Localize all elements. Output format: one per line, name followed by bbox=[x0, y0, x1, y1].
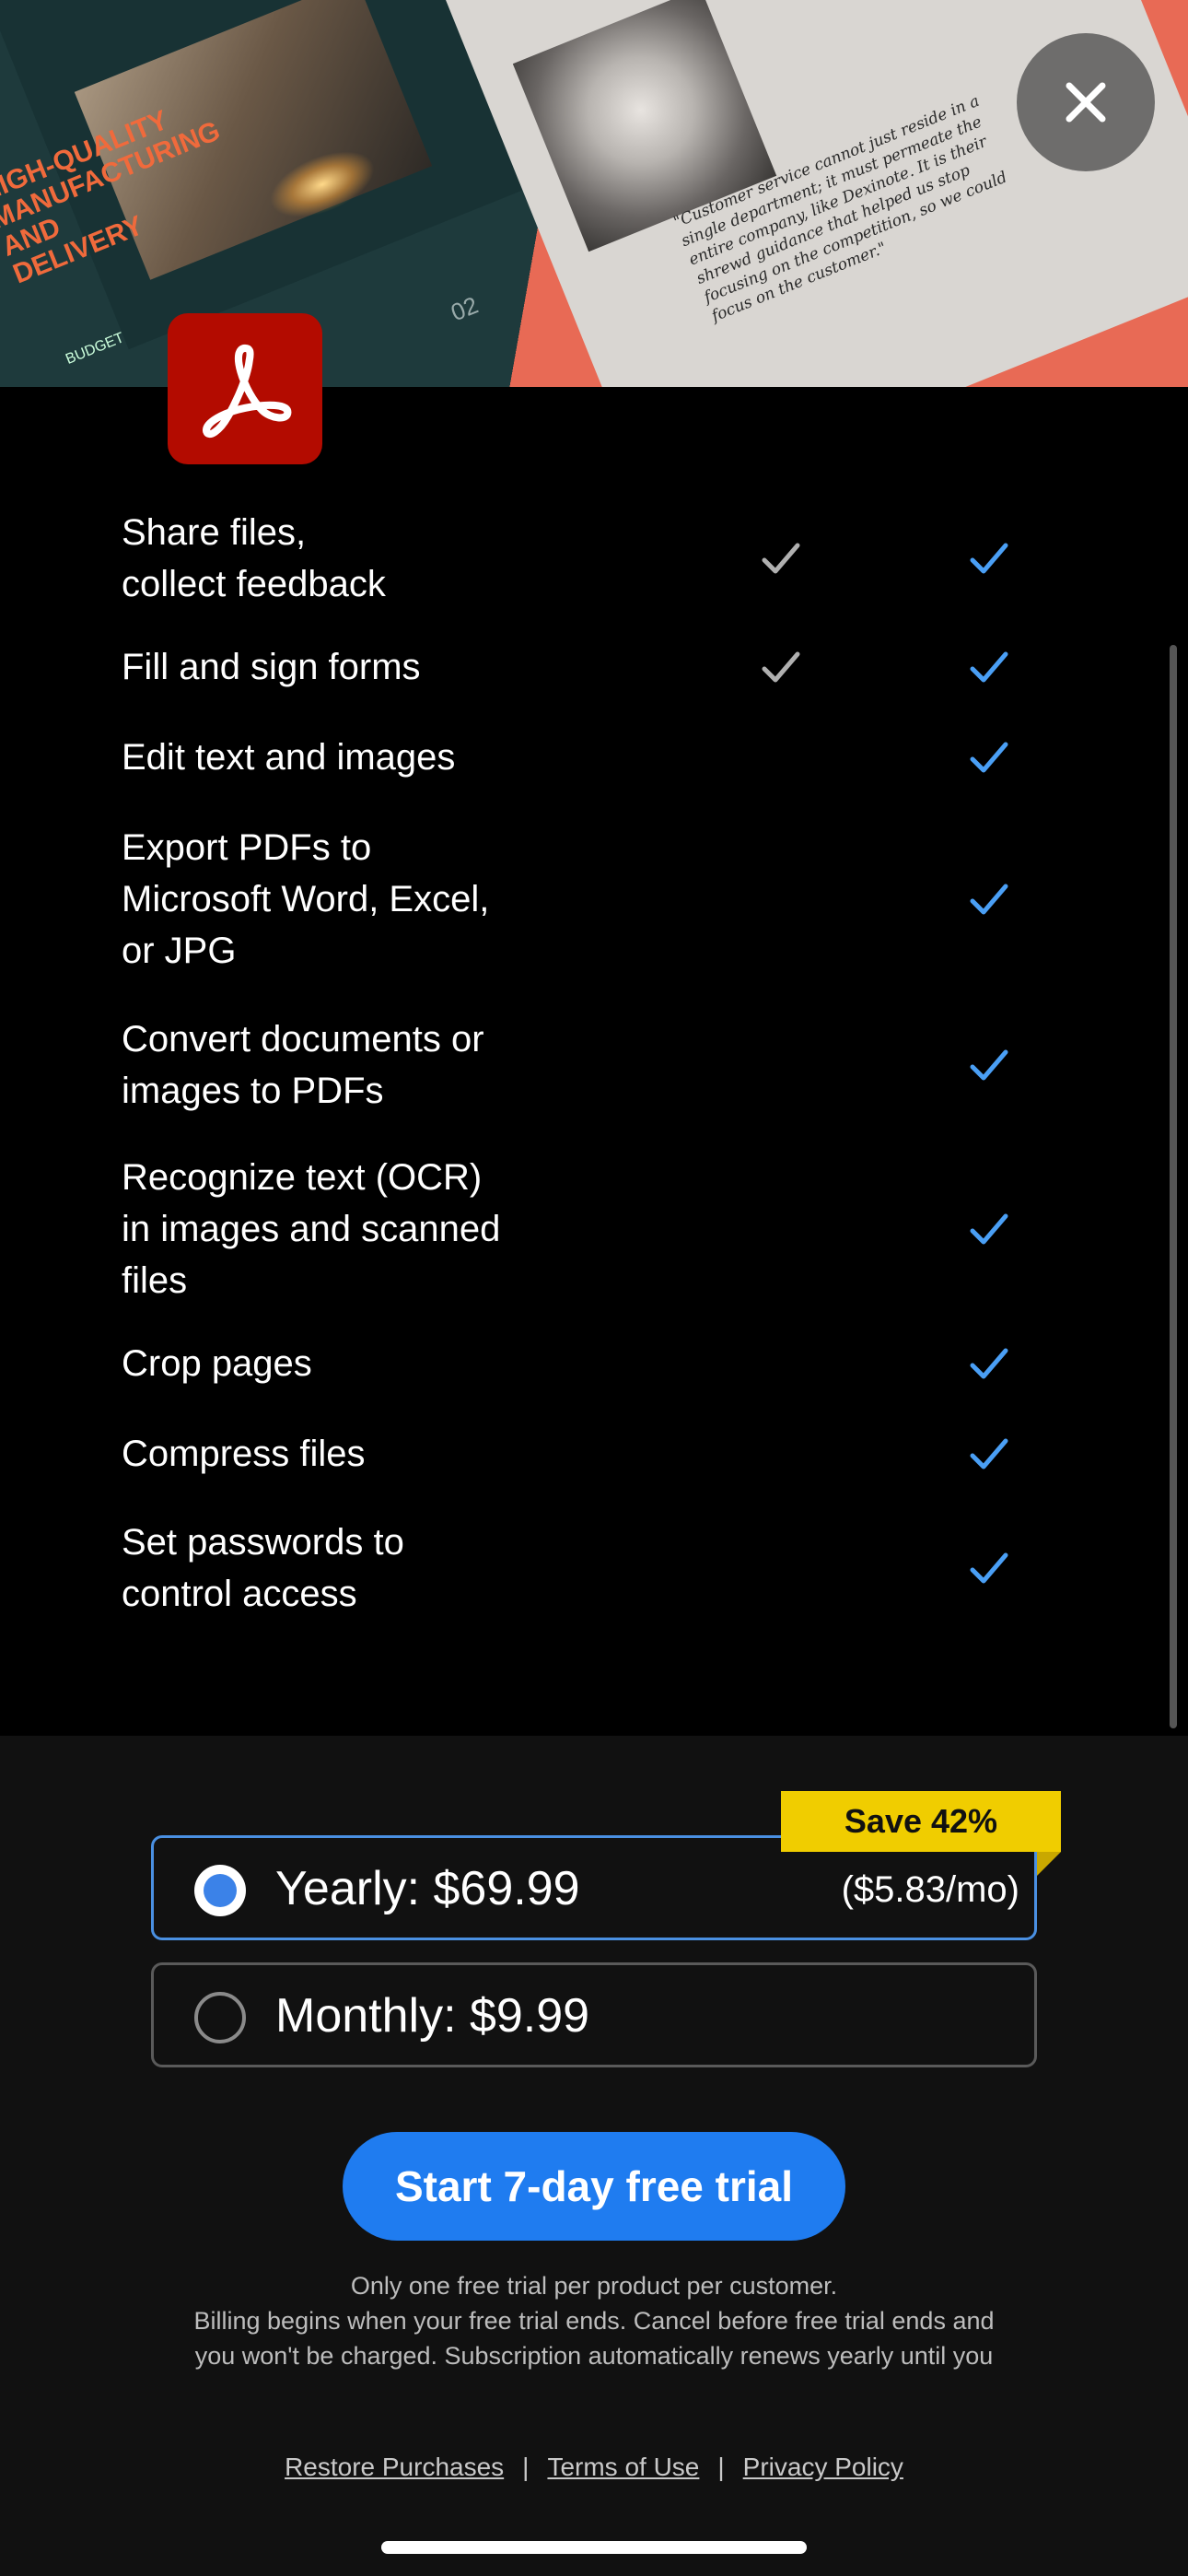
disclaimer-line-3: you won't be charged. Subscription autom… bbox=[194, 2342, 994, 2370]
privacy-policy-link[interactable]: Privacy Policy bbox=[743, 2453, 903, 2481]
save-badge-fold bbox=[1037, 1852, 1061, 1876]
feature-label: Compress files bbox=[122, 1434, 366, 1474]
acrobat-logo-icon bbox=[203, 344, 292, 439]
feature-label: Export PDFs to Microsoft Word, Excel, or… bbox=[122, 827, 490, 971]
link-separator: | bbox=[717, 2453, 725, 2481]
checkmark-icon-pro bbox=[970, 884, 1008, 915]
save-badge: Save 42% bbox=[781, 1791, 1061, 1852]
checkmark-icon-free bbox=[762, 651, 800, 683]
feature-label: Share files, collect feedback bbox=[122, 512, 386, 604]
plan-yearly-per-month: ($5.83/mo) bbox=[841, 1869, 1019, 1910]
footer-links: Restore Purchases | Terms of Use | Privacy P… bbox=[0, 2449, 1188, 2486]
radio-monthly[interactable] bbox=[194, 1992, 246, 2043]
plan-option-monthly[interactable]: Monthly: $9.99 bbox=[151, 1962, 1037, 2067]
start-free-trial-button[interactable]: Start 7-day free trial bbox=[343, 2132, 845, 2241]
terms-of-use-link[interactable]: Terms of Use bbox=[547, 2453, 699, 2481]
disclaimer-line-2: Billing begins when your free trial ends… bbox=[193, 2307, 995, 2335]
feature-comparison: Share files, collect feedback Fill and si… bbox=[0, 387, 1188, 1736]
disclaimer-line-1: Only one free trial per product per cust… bbox=[350, 2272, 838, 2300]
checkmark-icon-pro bbox=[970, 1348, 1008, 1379]
feature-label: Set passwords to control access bbox=[122, 1522, 404, 1614]
plan-yearly-label: Yearly: $69.99 bbox=[275, 1862, 580, 1915]
checkmark-icon-pro bbox=[970, 543, 1008, 574]
acrobat-logo bbox=[168, 313, 322, 464]
feature-label: Crop pages bbox=[122, 1343, 312, 1384]
checkmark-icon-pro bbox=[970, 742, 1008, 773]
checkmark-icon-free bbox=[762, 543, 800, 574]
home-indicator[interactable] bbox=[381, 2541, 807, 2554]
checkmark-icon-pro bbox=[970, 1213, 1008, 1245]
close-icon bbox=[1066, 82, 1106, 123]
purchase-panel: Save 42% Yearly: $69.99 ($5.83/mo) Month… bbox=[0, 1736, 1188, 2576]
close-button[interactable] bbox=[1017, 33, 1155, 171]
checkmark-icon-pro bbox=[970, 651, 1008, 683]
trial-disclaimer: Only one free trial per product per cust… bbox=[138, 2268, 1050, 2373]
feature-label: Fill and sign forms bbox=[122, 647, 421, 687]
checkmark-icon-pro bbox=[970, 1438, 1008, 1469]
feature-label: Recognize text (OCR) in images and scann… bbox=[122, 1157, 501, 1301]
radio-yearly-selected[interactable] bbox=[194, 1865, 246, 1916]
checkmark-icon-pro bbox=[970, 1049, 1008, 1081]
feature-label: Edit text and images bbox=[122, 737, 456, 778]
scrollbar[interactable] bbox=[1170, 645, 1177, 1728]
restore-purchases-link[interactable]: Restore Purchases bbox=[285, 2453, 504, 2481]
checkmark-icon-pro bbox=[970, 1552, 1008, 1584]
feature-label: Convert documents or images to PDFs bbox=[122, 1019, 484, 1111]
link-separator: | bbox=[522, 2453, 530, 2481]
plan-monthly-label: Monthly: $9.99 bbox=[275, 1989, 590, 2043]
